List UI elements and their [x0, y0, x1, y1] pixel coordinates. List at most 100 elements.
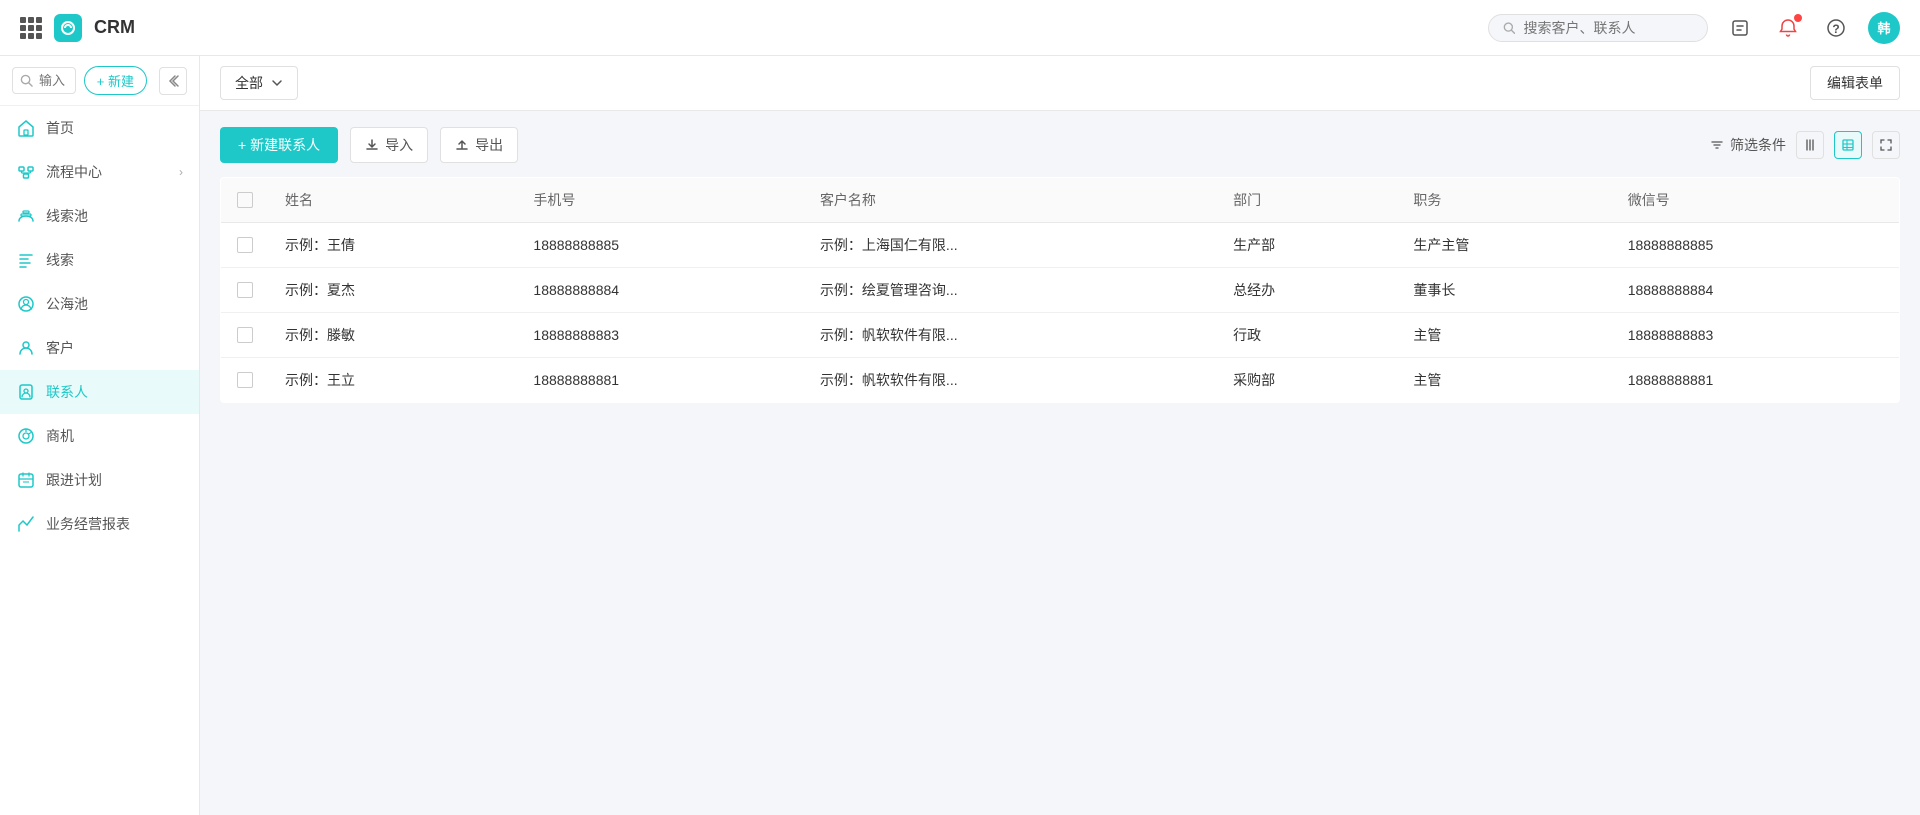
customers-icon	[16, 338, 36, 358]
table-header: 姓名 手机号 客户名称 部门 职务 微信号	[221, 178, 1900, 223]
nav-label-opportunities: 商机	[46, 426, 74, 446]
sidebar: + 新建 首页 流程中心 › 线索	[0, 56, 200, 815]
cell-position-3: 主管	[1397, 358, 1611, 403]
import-icon	[365, 138, 379, 152]
nav-item-leads-pool[interactable]: 线索池	[0, 194, 199, 238]
th-wechat: 微信号	[1612, 178, 1900, 223]
nav-label-contacts: 联系人	[46, 382, 88, 402]
cell-department-0: 生产部	[1217, 223, 1397, 268]
nav-item-customers[interactable]: 客户	[0, 326, 199, 370]
nav-item-reports[interactable]: 业务经营报表	[0, 502, 199, 546]
row-checkbox-2[interactable]	[221, 313, 270, 358]
home-icon	[16, 118, 36, 138]
table-icon	[1841, 138, 1855, 152]
new-contact-button[interactable]: + 新建联系人	[220, 127, 338, 163]
svg-text:?: ?	[1832, 22, 1839, 36]
nav-item-home[interactable]: 首页	[0, 106, 199, 150]
leads-pool-icon	[16, 206, 36, 226]
export-label: 导出	[475, 135, 503, 155]
row-select-checkbox-0[interactable]	[237, 237, 253, 253]
content-area: 全部 编辑表单 + 新建联系人 导入	[200, 56, 1920, 815]
action-bar: + 新建联系人 导入 导出	[220, 127, 1900, 163]
export-button[interactable]: 导出	[440, 127, 518, 163]
cell-wechat-1: 18888888884	[1612, 268, 1900, 313]
sidebar-new-button[interactable]: + 新建	[84, 66, 147, 95]
cell-name-1: 示例：夏杰	[269, 268, 517, 313]
row-checkbox-0[interactable]	[221, 223, 270, 268]
import-button[interactable]: 导入	[350, 127, 428, 163]
cell-customer-1: 示例：绘夏管理咨询...	[804, 268, 1217, 313]
cell-customer-0: 示例：上海国仁有限...	[804, 223, 1217, 268]
filter-label: 全部	[235, 73, 263, 93]
table-row: 示例：王立 18888888881 示例：帆软软件有限... 采购部 主管 18…	[221, 358, 1900, 403]
global-search[interactable]	[1488, 14, 1708, 42]
cell-customer-2: 示例：帆软软件有限...	[804, 313, 1217, 358]
nav-item-opportunities[interactable]: 商机	[0, 414, 199, 458]
nav-item-process[interactable]: 流程中心 ›	[0, 150, 199, 194]
filter-conditions-button[interactable]: 筛选条件	[1710, 135, 1786, 155]
content-inner: + 新建联系人 导入 导出	[200, 111, 1920, 815]
filter-icon	[1710, 138, 1724, 152]
th-position: 职务	[1397, 178, 1611, 223]
history-btn[interactable]	[1724, 12, 1756, 44]
main-layout: + 新建 首页 流程中心 › 线索	[0, 56, 1920, 815]
sidebar-collapse-button[interactable]	[159, 67, 187, 95]
contacts-icon	[16, 382, 36, 402]
content-toolbar: 全部 编辑表单	[200, 56, 1920, 111]
import-label: 导入	[385, 135, 413, 155]
opportunities-icon	[16, 426, 36, 446]
data-table: 姓名 手机号 客户名称 部门 职务 微信号 示例：王倩 18888888885 …	[220, 177, 1900, 403]
nav-label-customers: 客户	[46, 338, 74, 358]
user-avatar[interactable]: 韩	[1868, 12, 1900, 44]
nav-item-followup[interactable]: 跟进计划	[0, 458, 199, 502]
sea-icon	[16, 294, 36, 314]
app-name: CRM	[94, 17, 135, 38]
filter-conditions-label: 筛选条件	[1730, 135, 1786, 155]
columns-icon	[1803, 138, 1817, 152]
help-icon: ?	[1826, 18, 1846, 38]
cell-name-2: 示例：滕敏	[269, 313, 517, 358]
nav-arrow-process: ›	[179, 165, 183, 179]
column-settings-button[interactable]	[1796, 131, 1824, 159]
row-select-checkbox-3[interactable]	[237, 372, 253, 388]
select-all-checkbox[interactable]	[237, 192, 253, 208]
grid-menu-icon[interactable]	[20, 17, 42, 39]
process-icon	[16, 162, 36, 182]
nav-label-reports: 业务经营报表	[46, 514, 130, 534]
expand-button[interactable]	[1872, 131, 1900, 159]
edit-table-button[interactable]: 编辑表单	[1810, 66, 1900, 100]
cell-wechat-0: 18888888885	[1612, 223, 1900, 268]
cell-name-3: 示例：王立	[269, 358, 517, 403]
help-btn[interactable]: ?	[1820, 12, 1852, 44]
topnav: CRM ?	[0, 0, 1920, 56]
nav-item-leads[interactable]: 线索	[0, 238, 199, 282]
app-logo	[54, 14, 82, 42]
topnav-right: ? 韩	[1488, 12, 1900, 44]
table-body: 示例：王倩 18888888885 示例：上海国仁有限... 生产部 生产主管 …	[221, 223, 1900, 403]
row-checkbox-1[interactable]	[221, 268, 270, 313]
nav-label-process: 流程中心	[46, 162, 102, 182]
notification-btn[interactable]	[1772, 12, 1804, 44]
followup-icon	[16, 470, 36, 490]
row-select-checkbox-2[interactable]	[237, 327, 253, 343]
nav-label-sea: 公海池	[46, 294, 88, 314]
nav-label-leads: 线索	[46, 250, 74, 270]
row-checkbox-3[interactable]	[221, 358, 270, 403]
reports-icon	[16, 514, 36, 534]
filter-dropdown[interactable]: 全部	[220, 66, 298, 100]
row-select-checkbox-1[interactable]	[237, 282, 253, 298]
th-select-all[interactable]	[221, 178, 270, 223]
expand-icon	[1879, 138, 1893, 152]
notification-badge	[1794, 14, 1802, 22]
cell-phone-1: 18888888884	[517, 268, 804, 313]
cell-phone-0: 18888888885	[517, 223, 804, 268]
nav-item-sea[interactable]: 公海池	[0, 282, 199, 326]
th-phone: 手机号	[517, 178, 804, 223]
nav-item-contacts[interactable]: 联系人	[0, 370, 199, 414]
cell-phone-3: 18888888881	[517, 358, 804, 403]
cell-wechat-2: 18888888883	[1612, 313, 1900, 358]
cell-position-0: 生产主管	[1397, 223, 1611, 268]
global-search-input[interactable]	[1523, 20, 1693, 36]
table-view-button[interactable]	[1834, 131, 1862, 159]
cell-department-2: 行政	[1217, 313, 1397, 358]
